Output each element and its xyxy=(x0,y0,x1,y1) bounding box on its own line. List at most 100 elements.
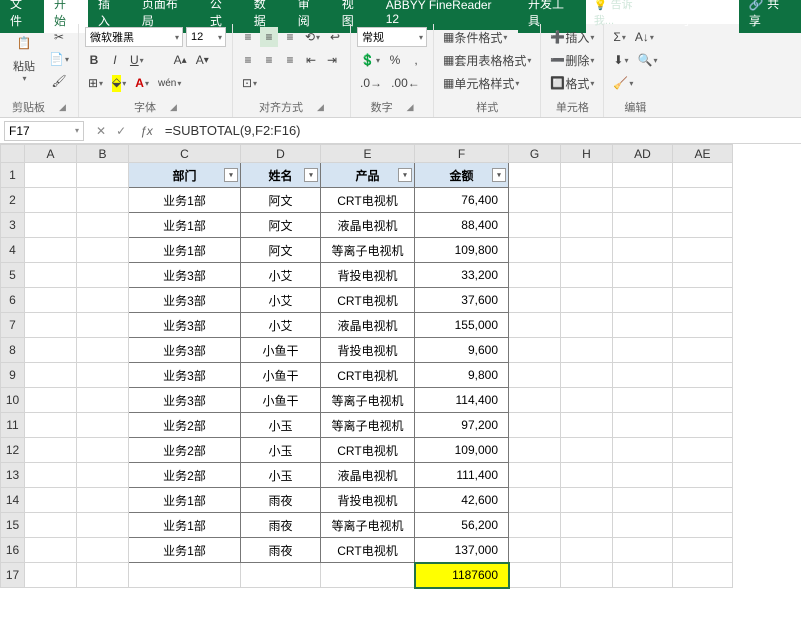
cell[interactable]: 业务3部 xyxy=(129,263,241,288)
cell[interactable] xyxy=(613,438,673,463)
col-header-C[interactable]: C xyxy=(129,145,241,163)
cell[interactable] xyxy=(25,263,77,288)
cell[interactable]: 产品▾ xyxy=(321,163,415,188)
font-size-select[interactable]: 12▾ xyxy=(186,27,226,47)
cell[interactable] xyxy=(77,213,129,238)
paste-button[interactable]: 📋 粘贴 ▾ xyxy=(6,27,42,85)
cell[interactable] xyxy=(25,438,77,463)
cell[interactable] xyxy=(509,213,561,238)
currency-button[interactable]: 💲▾ xyxy=(357,50,383,70)
cell[interactable] xyxy=(25,238,77,263)
cell[interactable]: 阿文 xyxy=(241,188,321,213)
cell[interactable]: 小玉 xyxy=(241,463,321,488)
cell[interactable]: 小玉 xyxy=(241,438,321,463)
align-left-button[interactable]: ≡ xyxy=(239,50,257,70)
row-header[interactable]: 15 xyxy=(1,513,25,538)
copy-button[interactable]: 📄▾ xyxy=(46,49,72,69)
cell[interactable]: 背投电视机 xyxy=(321,488,415,513)
cell[interactable] xyxy=(673,413,733,438)
merge-button[interactable]: ⊡▾ xyxy=(239,73,260,93)
cell[interactable]: 液晶电视机 xyxy=(321,463,415,488)
cell[interactable] xyxy=(25,163,77,188)
cell[interactable] xyxy=(77,538,129,563)
col-header-AE[interactable]: AE xyxy=(673,145,733,163)
indent-dec-button[interactable]: ⇤ xyxy=(302,50,320,70)
filter-icon[interactable]: ▾ xyxy=(224,168,238,182)
cell[interactable]: 等离子电视机 xyxy=(321,388,415,413)
cell[interactable] xyxy=(509,463,561,488)
col-header-E[interactable]: E xyxy=(321,145,415,163)
cell[interactable]: 液晶电视机 xyxy=(321,313,415,338)
autosum-button[interactable]: Σ▾ xyxy=(610,27,628,47)
cell[interactable] xyxy=(673,288,733,313)
cell[interactable]: 业务2部 xyxy=(129,413,241,438)
cell[interactable] xyxy=(561,488,613,513)
cell[interactable] xyxy=(561,413,613,438)
cell[interactable]: 业务3部 xyxy=(129,288,241,313)
formula-input[interactable]: =SUBTOTAL(9,F2:F16) xyxy=(159,123,801,138)
cell[interactable]: 小鱼干 xyxy=(241,338,321,363)
cell[interactable] xyxy=(613,413,673,438)
cell[interactable] xyxy=(77,163,129,188)
cell[interactable]: 业务1部 xyxy=(129,513,241,538)
cell[interactable] xyxy=(25,488,77,513)
cell[interactable]: 88,400 xyxy=(415,213,509,238)
cell[interactable] xyxy=(25,413,77,438)
cell[interactable] xyxy=(613,563,673,588)
cell[interactable] xyxy=(561,388,613,413)
cell[interactable] xyxy=(561,313,613,338)
border-button[interactable]: ⊞▾ xyxy=(85,73,106,93)
cell[interactable] xyxy=(561,238,613,263)
accept-formula-icon[interactable]: ✓ xyxy=(116,124,126,138)
cell[interactable] xyxy=(321,563,415,588)
align-middle-button[interactable]: ≡ xyxy=(260,27,278,47)
font-color-button[interactable]: A▾ xyxy=(132,73,152,93)
cell[interactable] xyxy=(77,563,129,588)
col-header-B[interactable]: B xyxy=(77,145,129,163)
cell[interactable]: 背投电视机 xyxy=(321,338,415,363)
col-header-D[interactable]: D xyxy=(241,145,321,163)
cell[interactable]: 等离子电视机 xyxy=(321,413,415,438)
cell[interactable]: 小鱼干 xyxy=(241,363,321,388)
cell[interactable]: 阿文 xyxy=(241,238,321,263)
cell[interactable]: 业务1部 xyxy=(129,538,241,563)
cell[interactable]: 56,200 xyxy=(415,513,509,538)
cell[interactable]: 业务1部 xyxy=(129,213,241,238)
shrink-font-button[interactable]: A▾ xyxy=(193,50,212,70)
comma-button[interactable]: , xyxy=(407,50,425,70)
cell[interactable]: 109,000 xyxy=(415,438,509,463)
filter-icon[interactable]: ▾ xyxy=(304,168,318,182)
fx-icon[interactable]: ƒx xyxy=(134,124,159,138)
cell[interactable] xyxy=(613,463,673,488)
cut-button[interactable]: ✂ xyxy=(46,27,72,47)
cell[interactable]: CRT电视机 xyxy=(321,538,415,563)
row-header[interactable]: 16 xyxy=(1,538,25,563)
col-header-F[interactable]: F xyxy=(415,145,509,163)
italic-button[interactable]: I xyxy=(106,50,124,70)
cell[interactable]: 业务3部 xyxy=(129,388,241,413)
cell[interactable] xyxy=(77,513,129,538)
cell[interactable]: 雨夜 xyxy=(241,488,321,513)
cell[interactable]: 姓名▾ xyxy=(241,163,321,188)
cell[interactable] xyxy=(25,288,77,313)
cell[interactable] xyxy=(613,338,673,363)
font-launcher-icon[interactable]: ◢ xyxy=(170,102,177,113)
dec-decimal-button[interactable]: .00← xyxy=(388,73,423,93)
cell[interactable] xyxy=(241,563,321,588)
cell[interactable] xyxy=(613,163,673,188)
cell[interactable] xyxy=(613,388,673,413)
cell[interactable]: 背投电视机 xyxy=(321,263,415,288)
cell[interactable] xyxy=(509,513,561,538)
cell[interactable] xyxy=(561,563,613,588)
find-button[interactable]: 🔍▾ xyxy=(634,50,660,70)
cell[interactable] xyxy=(561,263,613,288)
cell[interactable] xyxy=(561,213,613,238)
clipboard-launcher-icon[interactable]: ◢ xyxy=(59,102,66,113)
cell[interactable] xyxy=(25,338,77,363)
cell[interactable] xyxy=(509,163,561,188)
row-header[interactable]: 9 xyxy=(1,363,25,388)
cell[interactable] xyxy=(673,238,733,263)
cell[interactable] xyxy=(673,263,733,288)
row-header[interactable]: 10 xyxy=(1,388,25,413)
row-header[interactable]: 17 xyxy=(1,563,25,588)
